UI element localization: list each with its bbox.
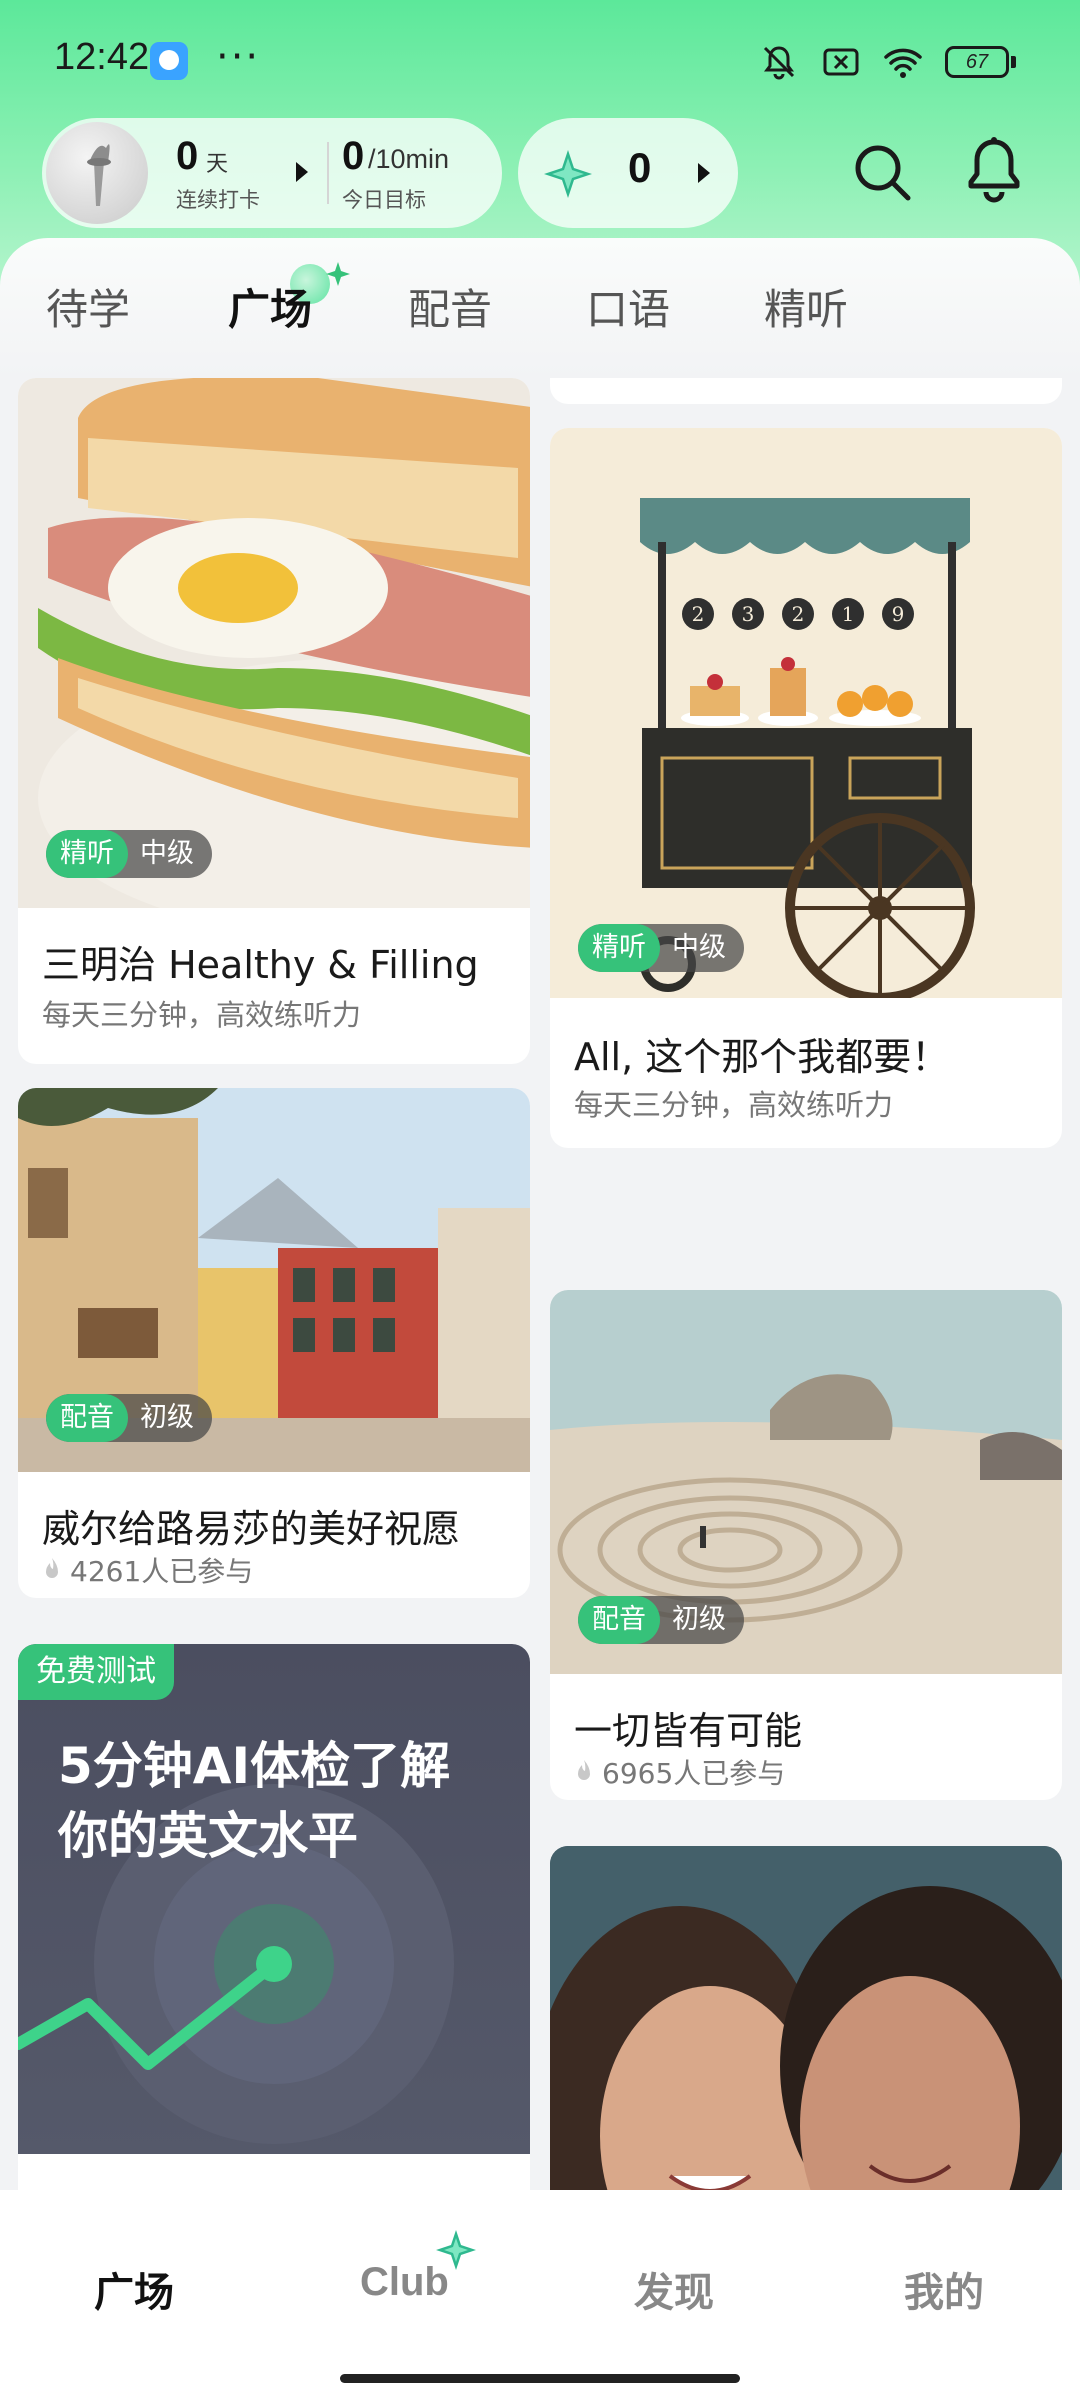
card-title: 一切皆有可能	[574, 1709, 803, 1753]
card-subtitle: 每天三分钟，高效练听力	[42, 998, 362, 1032]
card-image	[550, 1846, 1062, 2190]
flame-icon	[578, 1760, 590, 1780]
course-badge: 配音 初级	[578, 1596, 744, 1644]
bell-icon[interactable]	[962, 136, 1026, 204]
badge-level: 初级	[140, 1402, 194, 1433]
participant-count: 6965人已参与	[574, 1752, 785, 1792]
dessert-cart-illustration: 2 3 2 1 9	[640, 498, 975, 998]
streak-label: 连续打卡	[176, 188, 260, 212]
status-icons: 67	[759, 42, 1016, 82]
tab-intensive-listening[interactable]: 精听	[764, 276, 848, 337]
card-title: All, 这个那个我都要！	[574, 1035, 950, 1079]
cart-number: 3	[742, 602, 755, 626]
content-feed[interactable]: 精听 中级 三明治 Healthy & Filling 每天三分钟，高效练听力	[0, 378, 1080, 2190]
card-subtitle: 每天三分钟，高效练听力	[574, 1088, 894, 1122]
gem-pill[interactable]: 0	[518, 118, 738, 228]
participant-text: 4261人已参与	[70, 1555, 254, 1588]
nav-plaza[interactable]: 广场	[94, 2260, 174, 2318]
badge-type: 精听	[578, 924, 660, 972]
sparkle-icon	[326, 262, 350, 286]
chevron-right-icon	[698, 163, 710, 183]
badge-type: 配音	[46, 1394, 128, 1442]
muted-bell-icon	[763, 46, 795, 80]
tab-dubbing[interactable]: 配音	[408, 276, 492, 337]
cart-number: 2	[792, 602, 805, 626]
course-badge: 精听 中级	[46, 830, 212, 878]
search-icon[interactable]	[850, 140, 914, 204]
badge-level: 中级	[672, 932, 726, 963]
course-card[interactable]: 2 3 2 1 9 精听 中级 All, 这个那个我都要！ 每天三分钟，高效练听…	[550, 428, 1062, 1148]
badge-level: 中级	[140, 838, 194, 869]
flame-icon	[46, 1558, 58, 1578]
card-image	[18, 1644, 530, 2154]
streak-count: 0	[176, 134, 199, 178]
cart-number: 1	[842, 602, 855, 626]
promo-headline: 5分钟AI体检了解	[58, 1737, 451, 1795]
promo-headline: 你的英文水平	[58, 1807, 358, 1865]
ai-test-illustration	[18, 1784, 454, 2144]
couple-photo-illustration	[550, 1846, 1062, 2190]
status-bar: 12:42 ··· 67	[0, 0, 1080, 120]
course-card-partial[interactable]	[550, 378, 1062, 404]
badge-type: 精听	[46, 830, 128, 878]
streak-unit: 天	[206, 152, 229, 177]
course-badge: 精听 中级	[578, 924, 744, 972]
card-title: 三明治 Healthy & Filling	[42, 943, 479, 987]
gem-icon	[544, 150, 592, 198]
sparkle-icon	[436, 2230, 476, 2270]
goal-unit: /10min	[368, 144, 450, 174]
status-time: 12:42	[54, 36, 150, 78]
course-badge: 配音 初级	[46, 1394, 212, 1442]
nav-mine[interactable]: 我的	[904, 2260, 984, 2318]
course-card[interactable]: 配音 初级 威尔给路易莎的美好祝愿 4261人已参与	[18, 1088, 530, 1598]
tab-bar	[0, 238, 1080, 378]
participant-text: 6965人已参与	[602, 1757, 786, 1790]
course-card[interactable]: 配音 初级 一切皆有可能 6965人已参与	[550, 1290, 1062, 1800]
course-card[interactable]: 精听 中级 三明治 Healthy & Filling 每天三分钟，高效练听力	[18, 378, 530, 1064]
home-indicator[interactable]	[340, 2374, 740, 2383]
cart-number: 9	[892, 602, 905, 626]
no-sim-icon	[823, 48, 859, 76]
chevron-right-icon	[296, 162, 308, 182]
badge-level: 初级	[672, 1604, 726, 1635]
torch-icon	[46, 122, 148, 224]
participant-count: 4261人已参与	[42, 1550, 253, 1590]
free-test-tag: 免费测试	[18, 1644, 174, 1700]
divider	[327, 142, 329, 204]
battery-icon: 67	[945, 46, 1016, 78]
tab-plaza[interactable]: 广场	[228, 276, 312, 337]
gem-count: 0	[628, 144, 652, 191]
goal-label: 今日目标	[342, 188, 426, 212]
tab-pending[interactable]: 待学	[46, 276, 130, 337]
sandwich-illustration	[38, 378, 530, 908]
goal-value: 0	[342, 134, 365, 178]
course-card[interactable]	[550, 1846, 1062, 2190]
status-more-dots: ···	[216, 34, 261, 80]
nav-discover[interactable]: 发现	[634, 2260, 714, 2318]
app-notification-icon	[150, 42, 188, 80]
tab-speaking[interactable]: 口语	[586, 276, 670, 337]
battery-level: 67	[945, 46, 1009, 78]
wifi-icon	[884, 48, 922, 78]
card-image	[18, 378, 530, 908]
badge-type: 配音	[578, 1596, 660, 1644]
bottom-navigation: 广场 Club 发现 我的	[0, 2190, 1080, 2400]
card-title: 威尔给路易莎的美好祝愿	[42, 1507, 461, 1551]
streak-pill[interactable]: 0 天 连续打卡 0 /10min 今日目标	[42, 118, 502, 228]
cart-number: 2	[692, 602, 705, 626]
card-image: 2 3 2 1 9	[550, 428, 1062, 998]
ai-test-card[interactable]: 免费测试 5分钟AI体检了解 你的英文水平	[18, 1644, 530, 2190]
